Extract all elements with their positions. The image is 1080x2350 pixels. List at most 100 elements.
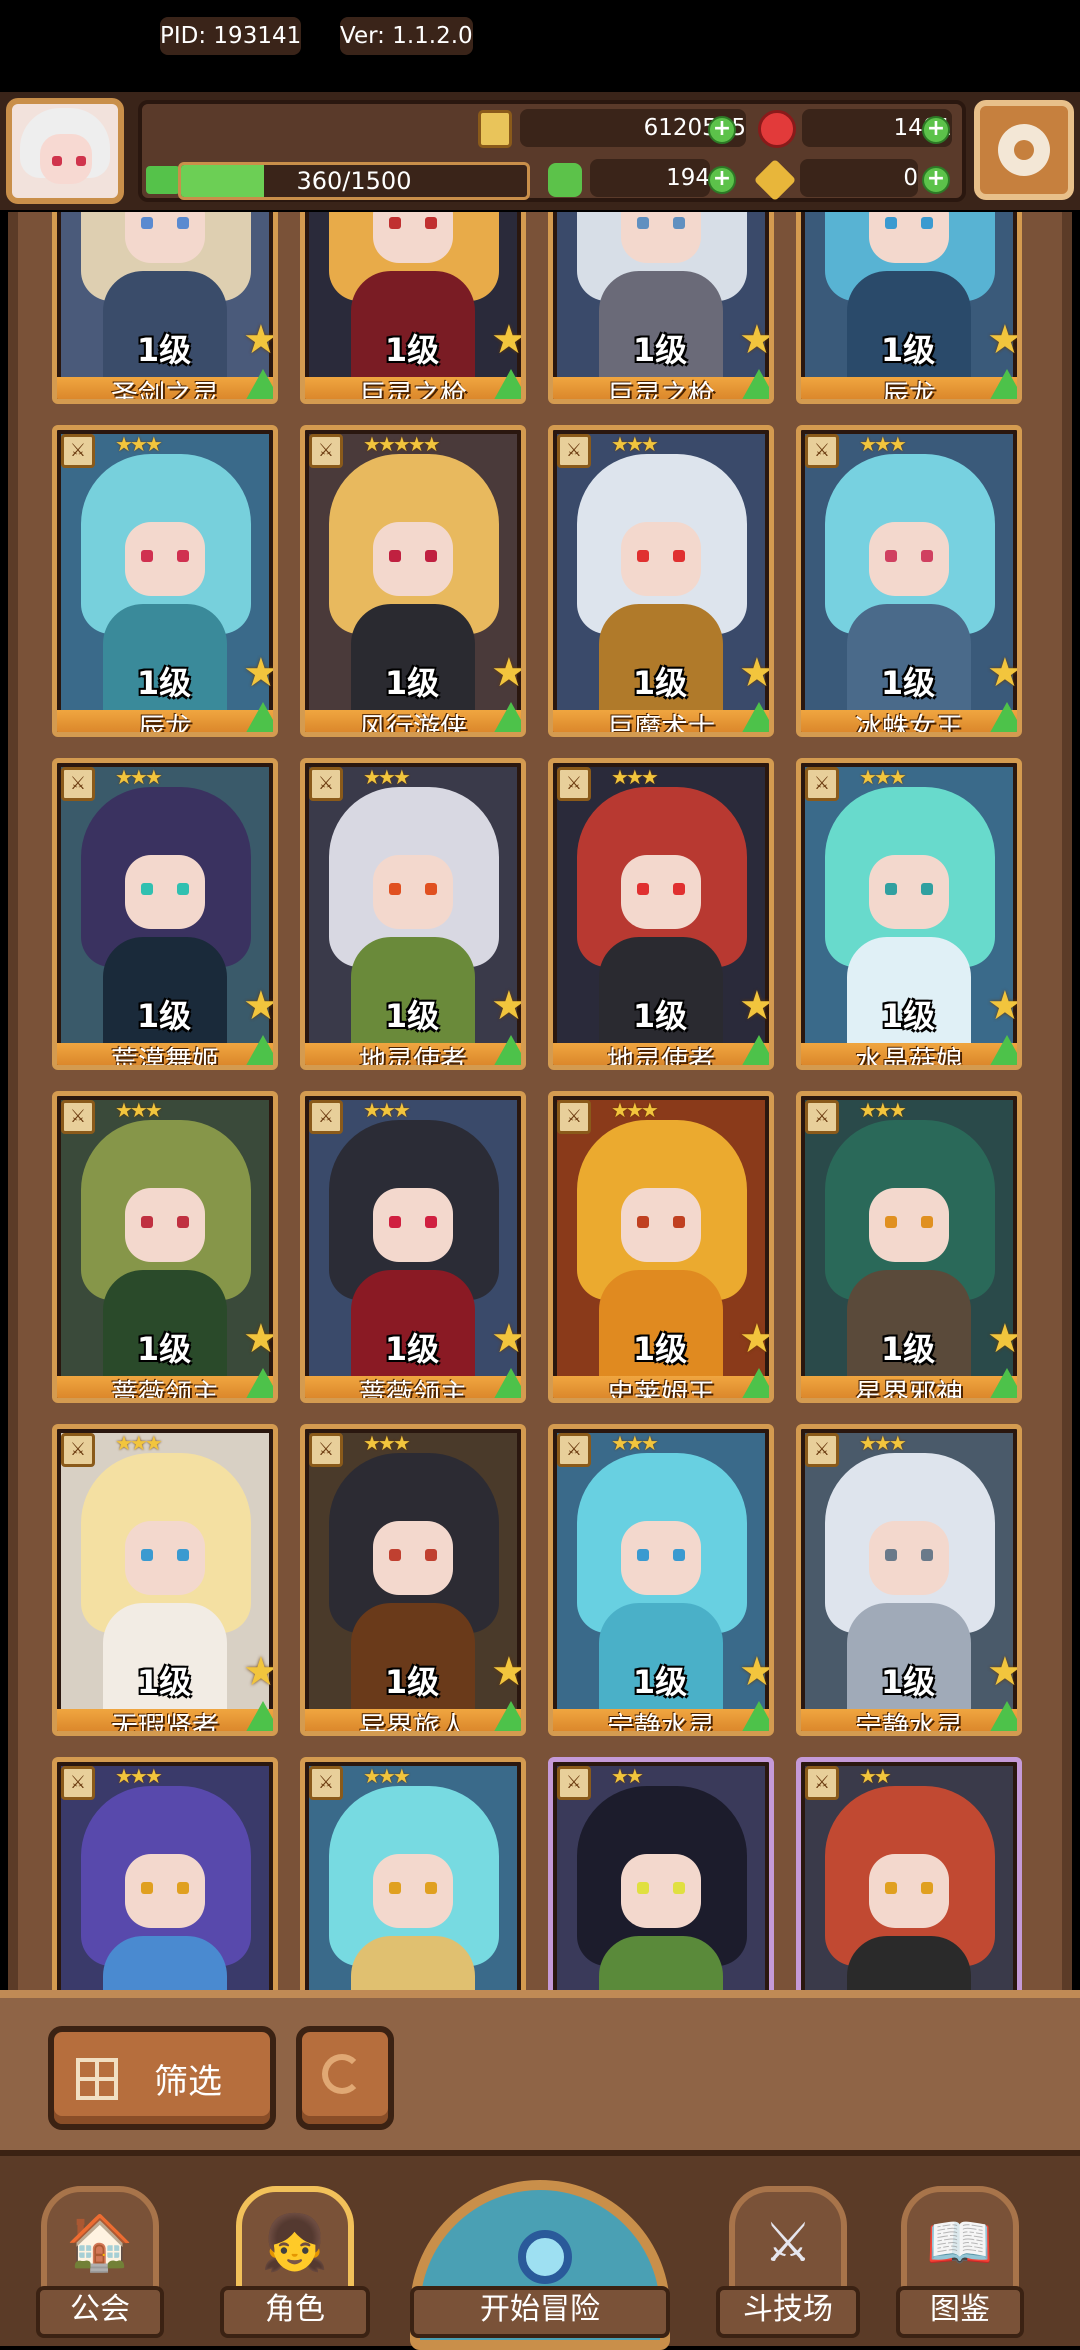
character-card[interactable]: ⚔ ★★★ 1级 ★ 蔷薇领主	[300, 1091, 526, 1403]
upgrade-arrow-icon[interactable]	[987, 1701, 1017, 1731]
upgrade-arrow-icon[interactable]	[987, 702, 1017, 732]
character-card[interactable]: ⚔ ★★★ 1级 ★ 水晶菇娘	[796, 758, 1022, 1070]
rarity-stars-icon: ★★★	[611, 432, 659, 456]
character-card[interactable]: ⚔ ★★	[548, 1757, 774, 2012]
character-card[interactable]: ⚔ ★★★ 1级 ★ 地灵使者	[300, 758, 526, 1070]
guild-hall-icon: 🏠	[66, 2211, 134, 2274]
rarity-stars-icon: ★★	[611, 1764, 644, 1788]
star-badge-icon: ★	[491, 983, 526, 1029]
add-key-plus-icon[interactable]: +	[922, 166, 950, 194]
character-card[interactable]: ⚔ ★★★ 1级 ★ 蔷薇领主	[52, 1091, 278, 1403]
rarity-stars-icon: ★★★★★	[363, 432, 441, 456]
character-name: 宁静水灵	[607, 1712, 715, 1736]
character-card[interactable]: ⚔ ★★★ 1级 ★ 星界邪神	[796, 1091, 1022, 1403]
character-name: 地灵使者	[359, 1046, 467, 1070]
character-card[interactable]: ⚔ ★★★	[300, 1757, 526, 2012]
character-card[interactable]: ⚔ ★★★ 1级 ★ 宁静水灵	[548, 1424, 774, 1736]
nav-start-adventure[interactable]: 开始冒险	[410, 2180, 670, 2350]
character-card[interactable]: ⚔ ★★★ 1级 ★ 宁静水灵	[796, 1424, 1022, 1736]
rarity-stars-icon: ★★★	[115, 1098, 163, 1122]
class-type-icon: ⚔	[805, 1766, 839, 1800]
rarity-stars-icon: ★★★	[611, 1431, 659, 1455]
upgrade-arrow-icon[interactable]	[987, 369, 1017, 399]
character-level: 1级	[632, 331, 688, 369]
character-card[interactable]: ⚔ ★★★★★ 1级 ★ 风行游侠	[300, 425, 526, 737]
character-level: 1级	[136, 997, 192, 1035]
character-card[interactable]: ⚔ ★★★ 1级 ★ 无瑕贤者	[52, 1424, 278, 1736]
upgrade-arrow-icon[interactable]	[739, 702, 769, 732]
character-roster[interactable]: ⚔★★★1级★圣剑之灵⚔★★★★1级★巨灵之枪⚔★★★★1级★巨灵之枪⚔★★★1…	[8, 212, 1072, 2012]
character-name: 圣剑之灵	[111, 380, 219, 404]
upgrade-arrow-icon[interactable]	[739, 369, 769, 399]
upgrade-arrow-icon[interactable]	[491, 702, 521, 732]
character-card[interactable]: ⚔ ★★	[796, 1757, 1022, 2012]
character-card[interactable]: ⚔★★★1级★辰龙	[796, 212, 1022, 404]
refresh-button[interactable]	[296, 2026, 394, 2130]
nav-arena[interactable]: ⚔ 斗技场	[716, 2186, 860, 2346]
character-card[interactable]: ⚔★★★★1级★巨灵之枪	[300, 212, 526, 404]
gold-coin-icon	[478, 110, 512, 148]
add-gem-plus-icon[interactable]: +	[922, 116, 950, 144]
class-type-icon: ⚔	[309, 434, 343, 468]
upgrade-arrow-icon[interactable]	[491, 1701, 521, 1731]
player-avatar[interactable]	[6, 98, 124, 204]
class-type-icon: ⚔	[557, 767, 591, 801]
nav-guild[interactable]: 🏠 公会	[36, 2186, 164, 2346]
star-badge-icon: ★	[491, 650, 526, 696]
character-name: 水晶菇娘	[855, 1046, 963, 1070]
character-level: 1级	[880, 1663, 936, 1701]
star-badge-icon: ★	[739, 983, 774, 1029]
rarity-stars-icon: ★★★	[363, 765, 411, 789]
character-card[interactable]: ⚔ ★★★ 1级 ★ 史莱姆王	[548, 1091, 774, 1403]
character-level: 1级	[880, 331, 936, 369]
upgrade-arrow-icon[interactable]	[243, 369, 273, 399]
class-type-icon: ⚔	[309, 1766, 343, 1800]
character-card[interactable]: ⚔ ★★★	[52, 1757, 278, 2012]
add-gold-plus-icon[interactable]: +	[708, 116, 736, 144]
energy-icon	[146, 166, 180, 194]
upgrade-arrow-icon[interactable]	[491, 1035, 521, 1065]
rarity-stars-icon: ★★	[859, 1764, 892, 1788]
crossed-swords-icon: ⚔	[763, 2211, 813, 2274]
character-level: 1级	[632, 1330, 688, 1368]
star-badge-icon: ★	[243, 650, 278, 696]
upgrade-arrow-icon[interactable]	[491, 1368, 521, 1398]
add-clover-plus-icon[interactable]: +	[708, 166, 736, 194]
character-card[interactable]: ⚔★★★1级★圣剑之灵	[52, 212, 278, 404]
class-type-icon: ⚔	[309, 1433, 343, 1467]
character-level: 1级	[136, 1330, 192, 1368]
nav-codex[interactable]: 📖 图鉴	[896, 2186, 1024, 2346]
character-card[interactable]: ⚔ ★★★ 1级 ★ 巨魔术士	[548, 425, 774, 737]
upgrade-arrow-icon[interactable]	[987, 1035, 1017, 1065]
settings-button[interactable]	[974, 100, 1074, 200]
upgrade-arrow-icon[interactable]	[739, 1368, 769, 1398]
upgrade-arrow-icon[interactable]	[243, 702, 273, 732]
star-badge-icon: ★	[987, 1316, 1022, 1362]
star-badge-icon: ★	[987, 983, 1022, 1029]
character-card[interactable]: ⚔★★★★1级★巨灵之枪	[548, 212, 774, 404]
star-badge-icon: ★	[739, 317, 774, 363]
star-badge-icon: ★	[491, 1316, 526, 1362]
character-card[interactable]: ⚔ ★★★ 1级 ★ 冰蛛女王	[796, 425, 1022, 737]
filter-button[interactable]: 筛选	[48, 2026, 276, 2130]
star-badge-icon: ★	[491, 1649, 526, 1695]
character-card[interactable]: ⚔★★★1级★辰龙	[52, 425, 278, 737]
upgrade-arrow-icon[interactable]	[243, 1035, 273, 1065]
star-badge-icon: ★	[491, 317, 526, 363]
character-card[interactable]: ⚔ ★★★ 1级 ★ 地灵使者	[548, 758, 774, 1070]
upgrade-arrow-icon[interactable]	[491, 369, 521, 399]
class-type-icon: ⚔	[805, 1100, 839, 1134]
character-name: 史莱姆王	[607, 1379, 715, 1403]
upgrade-arrow-icon[interactable]	[243, 1701, 273, 1731]
upgrade-arrow-icon[interactable]	[243, 1368, 273, 1398]
upgrade-arrow-icon[interactable]	[739, 1701, 769, 1731]
nav-characters[interactable]: 👧 角色	[220, 2186, 370, 2346]
character-card[interactable]: ⚔ ★★★ 1级 ★ 异界旅人	[300, 1424, 526, 1736]
rarity-stars-icon: ★★★	[363, 1098, 411, 1122]
upgrade-arrow-icon[interactable]	[739, 1035, 769, 1065]
character-card[interactable]: ⚔ ★★★ 1级 ★ 荒漠舞姬	[52, 758, 278, 1070]
upgrade-arrow-icon[interactable]	[987, 1368, 1017, 1398]
magnifier-map-icon	[518, 2230, 572, 2284]
rarity-stars-icon: ★★★	[859, 1098, 907, 1122]
book-icon: 📖	[926, 2211, 994, 2274]
